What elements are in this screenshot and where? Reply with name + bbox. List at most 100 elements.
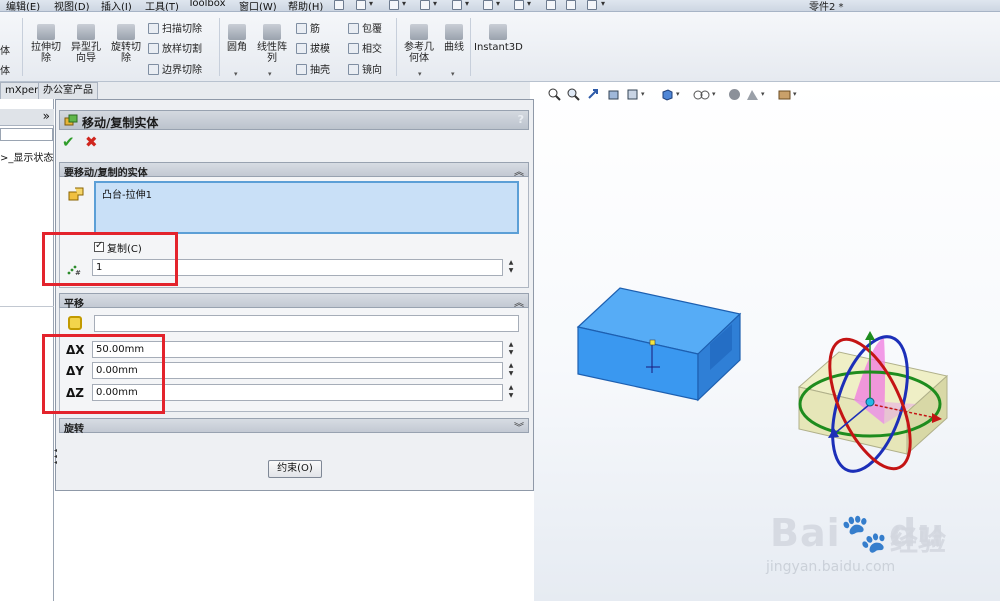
print-dropdown-arrow-icon[interactable]: ▾ [465, 0, 469, 8]
collapse-up-icon[interactable]: ︽ [514, 163, 524, 178]
section-title-rotate: 旋转 [64, 424, 84, 435]
new-dropdown-arrow-icon[interactable]: ▾ [369, 0, 373, 8]
revolve-cut-icon [117, 24, 135, 40]
move-copy-body-icon [64, 114, 78, 126]
extrude-cut-label-2: 除 [41, 53, 51, 64]
tree-filter-input[interactable] [0, 128, 53, 141]
reference-geometry-dropdown-arrow-icon[interactable]: ▾ [418, 70, 422, 78]
draft-button[interactable]: 拔模 [296, 40, 330, 55]
mirror-button[interactable]: 镜向 [348, 61, 382, 76]
intersect-button[interactable]: 相交 [348, 40, 382, 55]
linear-pattern-button[interactable]: 线性阵 列 [254, 24, 290, 64]
open-dropdown-arrow-icon[interactable]: ▾ [402, 0, 406, 8]
select-icon[interactable] [514, 0, 524, 10]
section-header-bodies[interactable]: 要移动/复制的实体 ︽ [59, 162, 529, 179]
boundary-cut-label: 边界切除 [162, 65, 202, 76]
wrap-button[interactable]: 包覆 [348, 20, 382, 35]
revolve-cut-label-1: 旋转切 [111, 42, 141, 53]
reference-geometry-label-1: 参考几 [404, 42, 434, 53]
translate-reference-field[interactable] [94, 315, 519, 332]
reference-geometry-label-2: 何体 [409, 53, 429, 64]
revolve-cut-button[interactable]: 旋转切 除 [107, 24, 145, 64]
sweep-cut-label: 扫描切除 [162, 24, 202, 35]
select-dropdown-arrow-icon[interactable]: ▾ [527, 0, 531, 8]
collapse-up-icon[interactable]: ︽ [514, 294, 524, 309]
fillet-dropdown-arrow-icon[interactable]: ▾ [234, 70, 238, 78]
sweep-cut-button[interactable]: 扫描切除 [148, 20, 202, 35]
cancel-x-icon[interactable]: ✖ [85, 135, 98, 150]
expand-down-icon[interactable]: ︾ [514, 419, 524, 434]
undo-icon[interactable] [483, 0, 493, 10]
linear-pattern-dropdown-arrow-icon[interactable]: ▾ [268, 70, 272, 78]
menu-insert[interactable]: 插入(I) [101, 0, 132, 11]
save-icon[interactable] [420, 0, 430, 10]
hole-wizard-button[interactable]: 异型孔 向导 [67, 24, 105, 64]
fillet-button[interactable]: 圆角 [224, 24, 250, 53]
ribbon-cut-left-label-1[interactable]: 体 [0, 42, 10, 57]
new-document-icon[interactable] [356, 0, 366, 10]
fillet-icon [228, 24, 246, 40]
highlight-translate-deltas [42, 334, 165, 414]
ribbon-cut-left-label-2[interactable]: 体 [0, 62, 10, 77]
menu-view[interactable]: 视图(D) [54, 0, 90, 11]
bodies-selection-list[interactable]: 凸台-拉伸1 [94, 181, 519, 234]
help-icon[interactable]: ? [518, 113, 524, 126]
delta-x-spinner-arrows-icon[interactable]: ▲ ▼ [505, 341, 517, 358]
pane-tabs: mXpert 办公室产品 [0, 82, 530, 99]
property-manager-panel: 移动/复制实体 ? ✔ ✖ 要移动/复制的实体 ︽ 凸台-拉伸1 复制(C) #… [55, 99, 534, 491]
pin-icon[interactable] [334, 0, 344, 10]
menu-edit[interactable]: 编辑(E) [6, 0, 40, 11]
draft-label: 拔模 [310, 44, 330, 55]
loft-cut-label: 放样切割 [162, 44, 202, 55]
extrude-cut-button[interactable]: 拉伸切 除 [27, 24, 65, 64]
curves-button[interactable]: 曲线 [441, 24, 467, 53]
draft-icon [296, 43, 307, 54]
section-header-translate[interactable]: 平移 ︽ [59, 293, 529, 310]
extruded-body-original[interactable] [576, 287, 742, 402]
constraints-button[interactable]: 约束(O) [268, 460, 322, 478]
shell-button[interactable]: 抽壳 [296, 61, 330, 76]
ok-check-icon[interactable]: ✔ [62, 135, 75, 150]
menu-window[interactable]: 窗口(W) [239, 0, 277, 11]
curves-dropdown-arrow-icon[interactable]: ▾ [451, 70, 455, 78]
instant3d-label: Instant3D [474, 42, 523, 53]
options-icon[interactable] [587, 0, 597, 10]
undo-dropdown-arrow-icon[interactable]: ▾ [496, 0, 500, 8]
watermark-chinese: 经验 [890, 524, 947, 557]
ribbon-separator [22, 18, 23, 76]
tree-divider [0, 306, 54, 307]
ribbon-separator [470, 18, 471, 76]
reference-geometry-button[interactable]: 参考几 何体 [400, 24, 438, 64]
hole-wizard-label-1: 异型孔 [71, 42, 101, 53]
linear-pattern-label-2: 列 [267, 53, 277, 64]
print-icon[interactable] [452, 0, 462, 10]
ribbon-separator [219, 18, 220, 76]
menu-toolbox[interactable]: Toolbox [188, 0, 226, 9]
delta-z-spinner-arrows-icon[interactable]: ▲ ▼ [505, 384, 517, 401]
instant3d-icon [489, 24, 507, 40]
intersect-label: 相交 [362, 44, 382, 55]
instant3d-button[interactable]: Instant3D [474, 24, 523, 53]
delta-y-spinner-arrows-icon[interactable]: ▲ ▼ [505, 362, 517, 379]
splitter-grip-icon[interactable]: ◂ ◂ ◂ [54, 448, 60, 470]
fillet-label: 圆角 [227, 42, 247, 53]
tree-item-display-states[interactable]: >_显示状态 [0, 149, 53, 164]
boundary-cut-icon [148, 64, 159, 75]
section-header-rotate[interactable]: 旋转 ︾ [59, 418, 529, 435]
body-selection-icon [68, 187, 84, 201]
menu-help[interactable]: 帮助(H) [288, 0, 323, 11]
selected-body-item[interactable]: 凸台-拉伸1 [102, 186, 152, 201]
options-dropdown-arrow-icon[interactable]: ▾ [601, 0, 605, 8]
open-document-icon[interactable] [389, 0, 399, 10]
menu-tools[interactable]: 工具(T) [145, 0, 179, 11]
tab-office-products[interactable]: 办公室产品 [38, 82, 98, 99]
save-dropdown-arrow-icon[interactable]: ▾ [433, 0, 437, 8]
collapse-icon[interactable]: » [43, 109, 50, 123]
rib-button[interactable]: 筋 [296, 20, 320, 35]
rebuild-icon[interactable] [546, 0, 556, 10]
loft-cut-button[interactable]: 放样切割 [148, 40, 202, 55]
file-properties-icon[interactable] [566, 0, 576, 10]
menu-bar: 编辑(E) 视图(D) 插入(I) 工具(T) Toolbox 窗口(W) 帮助… [0, 0, 1000, 12]
copies-spinner-arrows-icon[interactable]: ▲ ▼ [505, 259, 517, 276]
boundary-cut-button[interactable]: 边界切除 [148, 61, 202, 76]
